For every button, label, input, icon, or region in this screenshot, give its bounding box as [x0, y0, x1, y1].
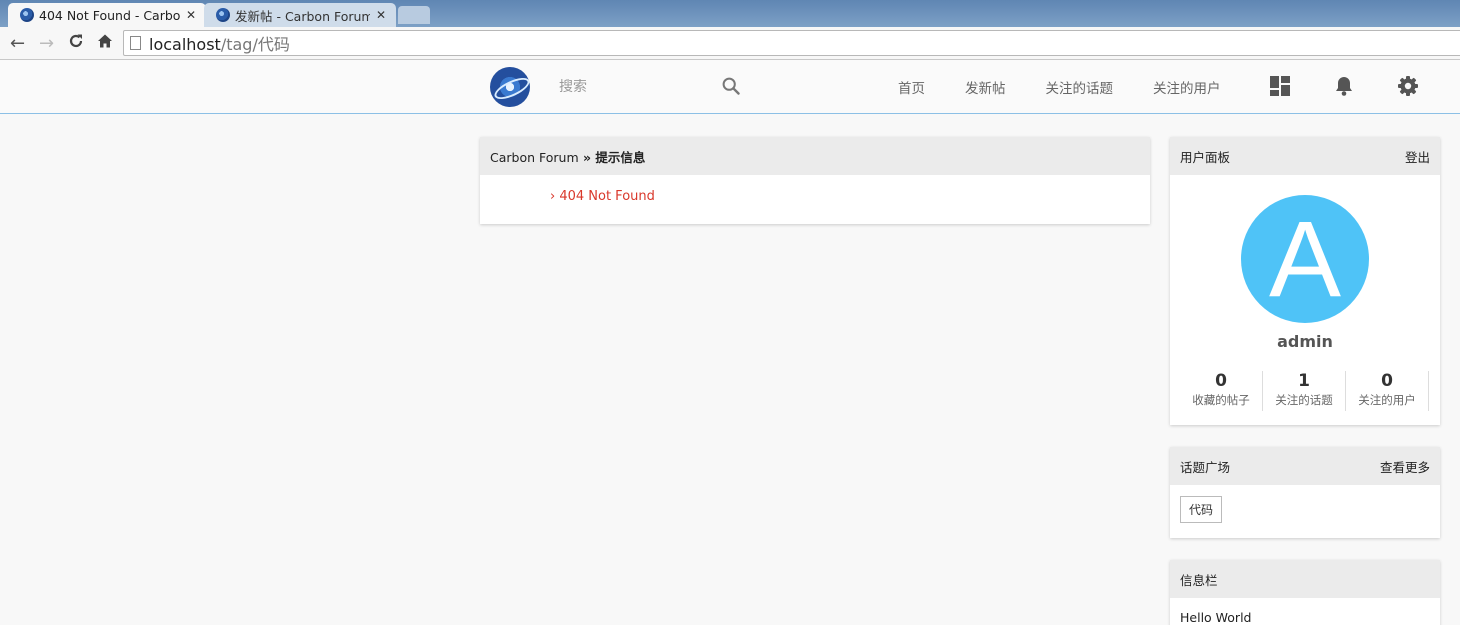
site-header: 首页 发新帖 关注的话题 关注的用户	[0, 60, 1460, 114]
gear-icon[interactable]	[1397, 75, 1419, 97]
tab-title: 发新帖 - Carbon Forum	[235, 8, 370, 24]
browser-tab[interactable]: 发新帖 - Carbon Forum ✕	[204, 3, 396, 27]
nav-followed-topics[interactable]: 关注的话题	[1046, 77, 1114, 97]
topics-panel: 话题广场 查看更多 代码	[1170, 447, 1440, 538]
avatar[interactable]: A	[1241, 195, 1369, 323]
favicon-icon	[216, 8, 230, 22]
search-icon[interactable]	[722, 77, 740, 95]
search-input[interactable]	[548, 79, 698, 95]
bell-icon[interactable]	[1333, 75, 1355, 97]
breadcrumb-trail: Carbon Forum » 提示信息	[490, 147, 645, 166]
nav-new-post[interactable]: 发新帖	[965, 77, 1006, 97]
close-tab-icon[interactable]: ✕	[376, 8, 386, 22]
topics-panel-header: 话题广场 查看更多	[1170, 447, 1440, 485]
message-card: Carbon Forum » 提示信息 › 404 Not Found	[480, 137, 1150, 224]
info-panel-title: 信息栏	[1180, 572, 1218, 588]
tag-chip[interactable]: 代码	[1180, 496, 1223, 523]
breadcrumb: Carbon Forum » 提示信息	[480, 137, 1150, 175]
stat-label: 收藏的帖子	[1192, 393, 1250, 407]
view-more-link[interactable]: 查看更多	[1380, 457, 1430, 476]
browser-tabstrip: 404 Not Found - Carbon Forum ✕ 发新帖 - Car…	[0, 0, 1460, 27]
user-panel-header: 用户面板 登出	[1170, 137, 1440, 175]
forward-icon[interactable]: →	[32, 33, 61, 54]
stat-number: 0	[1215, 371, 1227, 391]
info-text: Hello World	[1180, 610, 1252, 625]
nav-home[interactable]: 首页	[898, 77, 925, 97]
topics-panel-title: 话题广场	[1180, 459, 1231, 475]
info-panel-header: 信息栏	[1170, 560, 1440, 598]
username[interactable]: admin	[1170, 332, 1440, 351]
stat-number: 0	[1381, 371, 1393, 391]
nav-followed-users[interactable]: 关注的用户	[1153, 77, 1221, 97]
stat-favorited-posts[interactable]: 0 收藏的帖子	[1180, 371, 1263, 411]
stat-followed-topics[interactable]: 1 关注的话题	[1263, 371, 1346, 411]
search-box	[548, 70, 753, 104]
breadcrumb-home-link[interactable]: Carbon Forum	[490, 150, 579, 165]
page-icon	[130, 36, 141, 50]
browser-tab-active[interactable]: 404 Not Found - Carbon Forum ✕	[8, 3, 206, 27]
reload-icon[interactable]	[61, 33, 90, 54]
user-panel: 用户面板 登出 A admin 0 收藏的帖子 1 关注的话题 0 关注的用户	[1170, 137, 1440, 425]
breadcrumb-separator: »	[578, 149, 596, 165]
close-tab-icon[interactable]: ✕	[186, 8, 196, 22]
browser-toolbar: ← → localhost/tag/代码	[0, 27, 1460, 60]
stat-label: 关注的话题	[1275, 393, 1333, 407]
stat-label: 关注的用户	[1358, 393, 1416, 407]
main-nav: 首页 发新帖 关注的话题 关注的用户	[878, 60, 1241, 114]
stat-number: 1	[1298, 371, 1310, 391]
url-host: localhost	[149, 35, 221, 54]
info-panel: 信息栏 Hello World	[1170, 560, 1440, 625]
home-icon[interactable]	[90, 33, 119, 54]
logout-link[interactable]: 登出	[1405, 147, 1430, 166]
site-logo[interactable]	[490, 67, 530, 107]
user-stats: 0 收藏的帖子 1 关注的话题 0 关注的用户	[1180, 371, 1429, 411]
error-message: › 404 Not Found	[550, 189, 655, 204]
url-text: localhost/tag/代码	[149, 31, 290, 55]
breadcrumb-current: 提示信息	[595, 149, 646, 165]
url-path: /tag/代码	[220, 35, 290, 54]
user-panel-title: 用户面板	[1180, 149, 1231, 165]
stat-followed-users[interactable]: 0 关注的用户	[1346, 371, 1429, 411]
tab-title: 404 Not Found - Carbon Forum	[39, 7, 180, 23]
back-icon[interactable]: ←	[3, 33, 32, 54]
favicon-icon	[20, 8, 34, 22]
new-tab-button[interactable]	[398, 6, 430, 24]
dashboard-icon[interactable]	[1269, 75, 1291, 97]
address-bar[interactable]: localhost/tag/代码	[123, 30, 1460, 56]
